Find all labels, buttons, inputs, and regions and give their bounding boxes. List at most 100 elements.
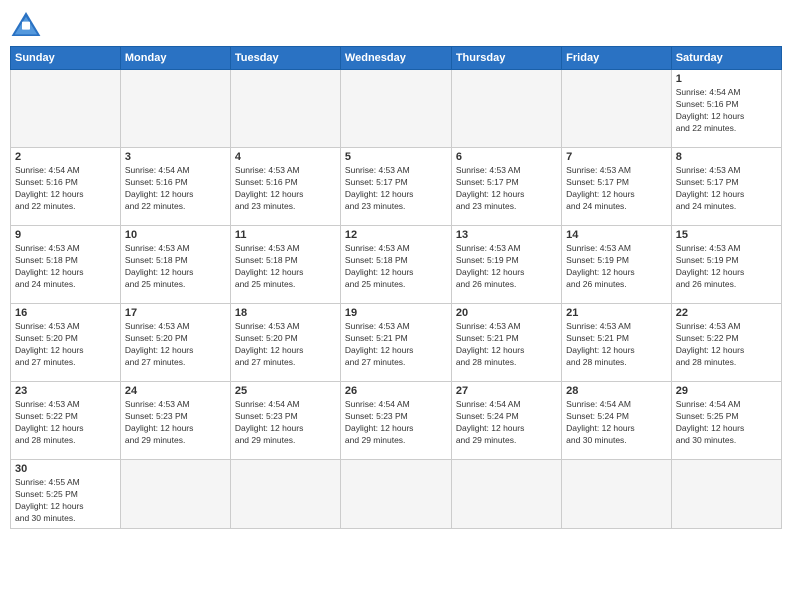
day-number: 27 xyxy=(456,385,557,397)
day-number: 21 xyxy=(566,307,667,319)
calendar-cell: 9 Sunrise: 4:53 AM Sunset: 5:18 PM Daylig… xyxy=(11,226,121,304)
calendar-cell: 20 Sunrise: 4:53 AM Sunset: 5:21 PM Dayli… xyxy=(451,304,561,382)
day-info: Sunrise: 4:53 AM Sunset: 5:18 PM Dayligh… xyxy=(15,243,116,291)
day-number: 14 xyxy=(566,229,667,241)
calendar-cell xyxy=(340,460,451,529)
calendar-cell: 2 Sunrise: 4:54 AM Sunset: 5:16 PM Daylig… xyxy=(11,148,121,226)
weekday-header-thursday: Thursday xyxy=(451,47,561,70)
calendar-cell: 25Sunrise: 4:54 AM Sunset: 5:23 PM Dayli… xyxy=(230,382,340,460)
day-info: Sunrise: 4:54 AM Sunset: 5:24 PM Dayligh… xyxy=(566,399,667,447)
calendar-cell: 7 Sunrise: 4:53 AM Sunset: 5:17 PM Daylig… xyxy=(562,148,672,226)
day-info: Sunrise: 4:53 AM Sunset: 5:19 PM Dayligh… xyxy=(566,243,667,291)
calendar-cell: 4 Sunrise: 4:53 AM Sunset: 5:16 PM Daylig… xyxy=(230,148,340,226)
calendar-cell: 10Sunrise: 4:53 AM Sunset: 5:18 PM Dayli… xyxy=(120,226,230,304)
calendar-cell: 21Sunrise: 4:53 AM Sunset: 5:21 PM Dayli… xyxy=(562,304,672,382)
calendar-week-3: 9 Sunrise: 4:53 AM Sunset: 5:18 PM Daylig… xyxy=(11,226,782,304)
calendar-cell xyxy=(562,70,672,148)
weekday-header-wednesday: Wednesday xyxy=(340,47,451,70)
day-number: 23 xyxy=(15,385,116,397)
calendar-cell: 11 Sunrise: 4:53 AM Sunset: 5:18 PM Dayli… xyxy=(230,226,340,304)
calendar-cell xyxy=(671,460,781,529)
calendar-cell: 27 Sunrise: 4:54 AM Sunset: 5:24 PM Dayli… xyxy=(451,382,561,460)
calendar-cell xyxy=(562,460,672,529)
calendar-cell: 12 Sunrise: 4:53 AM Sunset: 5:18 PM Dayli… xyxy=(340,226,451,304)
day-number: 28 xyxy=(566,385,667,397)
header xyxy=(10,10,782,38)
day-number: 26 xyxy=(345,385,447,397)
page: SundayMondayTuesdayWednesdayThursdayFrid… xyxy=(0,0,792,612)
day-number: 20 xyxy=(456,307,557,319)
day-info: Sunrise: 4:53 AM Sunset: 5:22 PM Dayligh… xyxy=(15,399,116,447)
day-info: Sunrise: 4:55 AM Sunset: 5:25 PM Dayligh… xyxy=(15,477,116,525)
day-info: Sunrise: 4:53 AM Sunset: 5:19 PM Dayligh… xyxy=(456,243,557,291)
calendar-cell: 22 Sunrise: 4:53 AM Sunset: 5:22 PM Dayli… xyxy=(671,304,781,382)
calendar-cell xyxy=(451,70,561,148)
day-info: Sunrise: 4:53 AM Sunset: 5:20 PM Dayligh… xyxy=(125,321,226,369)
calendar-cell: 24Sunrise: 4:53 AM Sunset: 5:23 PM Dayli… xyxy=(120,382,230,460)
weekday-header-monday: Monday xyxy=(120,47,230,70)
day-info: Sunrise: 4:53 AM Sunset: 5:17 PM Dayligh… xyxy=(566,165,667,213)
weekday-header-saturday: Saturday xyxy=(671,47,781,70)
day-number: 8 xyxy=(676,151,777,163)
calendar-cell: 1Sunrise: 4:54 AM Sunset: 5:16 PM Daylig… xyxy=(671,70,781,148)
calendar-header: SundayMondayTuesdayWednesdayThursdayFrid… xyxy=(11,47,782,70)
day-info: Sunrise: 4:53 AM Sunset: 5:20 PM Dayligh… xyxy=(15,321,116,369)
day-number: 7 xyxy=(566,151,667,163)
calendar-table: SundayMondayTuesdayWednesdayThursdayFrid… xyxy=(10,46,782,529)
calendar-cell xyxy=(120,460,230,529)
day-number: 12 xyxy=(345,229,447,241)
calendar-cell xyxy=(120,70,230,148)
calendar-body: 1 Sunrise: 4:54 AM Sunset: 5:16 PM Daylig… xyxy=(11,70,782,529)
day-number: 2 xyxy=(15,151,116,163)
calendar-week-4: 16 Sunrise: 4:53 AM Sunset: 5:20 PM Dayli… xyxy=(11,304,782,382)
calendar-cell: 14 Sunrise: 4:53 AM Sunset: 5:19 PM Dayli… xyxy=(562,226,672,304)
calendar-cell xyxy=(340,70,451,148)
calendar-cell: 17 Sunrise: 4:53 AM Sunset: 5:20 PM Dayli… xyxy=(120,304,230,382)
weekday-header-friday: Friday xyxy=(562,47,672,70)
day-number: 4 xyxy=(235,151,336,163)
day-number: 17 xyxy=(125,307,226,319)
day-info: Sunrise: 4:54 AM Sunset: 5:23 PM Dayligh… xyxy=(235,399,336,447)
day-number: 22 xyxy=(676,307,777,319)
calendar-cell: 3Sunrise: 4:54 AM Sunset: 5:16 PM Daylig… xyxy=(120,148,230,226)
day-info: Sunrise: 4:53 AM Sunset: 5:18 PM Dayligh… xyxy=(345,243,447,291)
logo xyxy=(10,10,46,38)
day-info: Sunrise: 4:53 AM Sunset: 5:16 PM Dayligh… xyxy=(235,165,336,213)
calendar-cell: 26Sunrise: 4:54 AM Sunset: 5:23 PM Dayli… xyxy=(340,382,451,460)
day-number: 6 xyxy=(456,151,557,163)
day-info: Sunrise: 4:53 AM Sunset: 5:18 PM Dayligh… xyxy=(235,243,336,291)
weekday-header-sunday: Sunday xyxy=(11,47,121,70)
day-number: 13 xyxy=(456,229,557,241)
day-number: 9 xyxy=(15,229,116,241)
day-number: 19 xyxy=(345,307,447,319)
day-number: 29 xyxy=(676,385,777,397)
day-info: Sunrise: 4:53 AM Sunset: 5:17 PM Dayligh… xyxy=(345,165,447,213)
calendar-cell: 15Sunrise: 4:53 AM Sunset: 5:19 PM Dayli… xyxy=(671,226,781,304)
day-info: Sunrise: 4:53 AM Sunset: 5:20 PM Dayligh… xyxy=(235,321,336,369)
day-info: Sunrise: 4:54 AM Sunset: 5:24 PM Dayligh… xyxy=(456,399,557,447)
day-number: 11 xyxy=(235,229,336,241)
day-info: Sunrise: 4:53 AM Sunset: 5:23 PM Dayligh… xyxy=(125,399,226,447)
day-number: 1 xyxy=(676,73,777,85)
day-info: Sunrise: 4:53 AM Sunset: 5:17 PM Dayligh… xyxy=(456,165,557,213)
calendar-cell: 16 Sunrise: 4:53 AM Sunset: 5:20 PM Dayli… xyxy=(11,304,121,382)
calendar-cell: 30Sunrise: 4:55 AM Sunset: 5:25 PM Dayli… xyxy=(11,460,121,529)
calendar-cell: 13 Sunrise: 4:53 AM Sunset: 5:19 PM Dayli… xyxy=(451,226,561,304)
calendar-week-5: 23 Sunrise: 4:53 AM Sunset: 5:22 PM Dayli… xyxy=(11,382,782,460)
day-info: Sunrise: 4:54 AM Sunset: 5:16 PM Dayligh… xyxy=(15,165,116,213)
day-info: Sunrise: 4:53 AM Sunset: 5:22 PM Dayligh… xyxy=(676,321,777,369)
calendar-cell: 28 Sunrise: 4:54 AM Sunset: 5:24 PM Dayli… xyxy=(562,382,672,460)
calendar-cell: 23 Sunrise: 4:53 AM Sunset: 5:22 PM Dayli… xyxy=(11,382,121,460)
calendar-cell xyxy=(230,70,340,148)
calendar-week-2: 2 Sunrise: 4:54 AM Sunset: 5:16 PM Daylig… xyxy=(11,148,782,226)
day-number: 16 xyxy=(15,307,116,319)
day-info: Sunrise: 4:53 AM Sunset: 5:21 PM Dayligh… xyxy=(456,321,557,369)
calendar-cell xyxy=(230,460,340,529)
weekday-header-tuesday: Tuesday xyxy=(230,47,340,70)
day-info: Sunrise: 4:53 AM Sunset: 5:19 PM Dayligh… xyxy=(676,243,777,291)
calendar-cell: 8Sunrise: 4:53 AM Sunset: 5:17 PM Daylig… xyxy=(671,148,781,226)
calendar-week-1: 1Sunrise: 4:54 AM Sunset: 5:16 PM Daylig… xyxy=(11,70,782,148)
calendar-cell: 19Sunrise: 4:53 AM Sunset: 5:21 PM Dayli… xyxy=(340,304,451,382)
day-number: 5 xyxy=(345,151,447,163)
day-number: 18 xyxy=(235,307,336,319)
